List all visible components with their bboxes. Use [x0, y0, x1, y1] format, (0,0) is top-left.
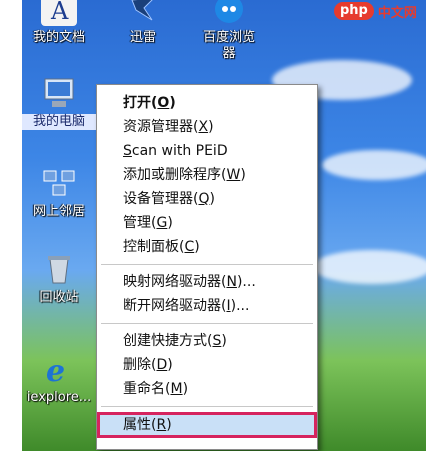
desktop-icon-label: 网上邻居: [32, 204, 85, 219]
network-icon: [41, 166, 77, 200]
recycle-bin-icon: [41, 252, 77, 286]
desktop-icon-label: 百度浏览器: [202, 30, 255, 61]
desktop-icon-network[interactable]: 网上邻居: [22, 166, 100, 220]
desktop-icon-baidu-browser[interactable]: 百度浏览器: [188, 0, 270, 62]
cloud: [322, 150, 426, 180]
menu-item-scan-peid[interactable]: Scan with PEiD: [97, 139, 317, 163]
menu-item-properties[interactable]: 属性(R): [97, 412, 317, 438]
context-menu: 打开(O) 资源管理器(X) Scan with PEiD 添加或删除程序(W)…: [96, 84, 318, 450]
menu-item-explorer[interactable]: 资源管理器(X): [97, 115, 317, 139]
desktop-icon-label: iexplore...: [26, 390, 92, 405]
ie-icon: e: [41, 352, 77, 386]
menu-item-add-remove-programs[interactable]: 添加或删除程序(W): [97, 163, 317, 187]
desktop-icon-label: 我的电脑: [22, 114, 100, 130]
desktop-icon-label: 迅雷: [129, 30, 156, 45]
menu-item-control-panel[interactable]: 控制面板(C): [97, 235, 317, 259]
menu-separator: [101, 406, 313, 407]
menu-item-rename[interactable]: 重命名(M): [97, 377, 317, 401]
menu-item-map-network-drive[interactable]: 映射网络驱动器(N)...: [97, 270, 317, 294]
desktop-icon-my-documents[interactable]: A 我的文档: [22, 0, 100, 46]
menu-separator: [101, 264, 313, 265]
watermark-logo: php: [334, 2, 374, 20]
menu-item-manage[interactable]: 管理(G): [97, 211, 317, 235]
thunder-icon: [125, 0, 161, 26]
menu-item-delete[interactable]: 删除(D): [97, 353, 317, 377]
desktop-icon-thunder[interactable]: 迅雷: [102, 0, 184, 46]
menu-separator: [101, 323, 313, 324]
browser-icon: [211, 0, 247, 26]
documents-icon: A: [41, 0, 77, 26]
computer-icon: [41, 76, 77, 110]
menu-item-open[interactable]: 打开(O): [97, 91, 317, 115]
desktop-icon-label: 回收站: [39, 290, 79, 305]
svg-text:e: e: [46, 354, 65, 385]
desktop-icon-recycle-bin[interactable]: 回收站: [22, 252, 100, 306]
svg-text:A: A: [50, 0, 69, 23]
menu-item-device-manager[interactable]: 设备管理器(Q): [97, 187, 317, 211]
desktop-icon-my-computer[interactable]: 我的电脑: [22, 76, 100, 130]
watermark-text: 中文网: [377, 5, 417, 21]
menu-item-create-shortcut[interactable]: 创建快捷方式(S): [97, 329, 317, 353]
desktop-icon-label: 我的文档: [32, 30, 85, 45]
watermark: php 中文网: [334, 0, 426, 22]
cloud: [312, 250, 426, 284]
desktop-icon-iexplore[interactable]: e iexplore...: [22, 352, 100, 406]
menu-item-disconnect-network-drive[interactable]: 断开网络驱动器(I)...: [97, 294, 317, 318]
